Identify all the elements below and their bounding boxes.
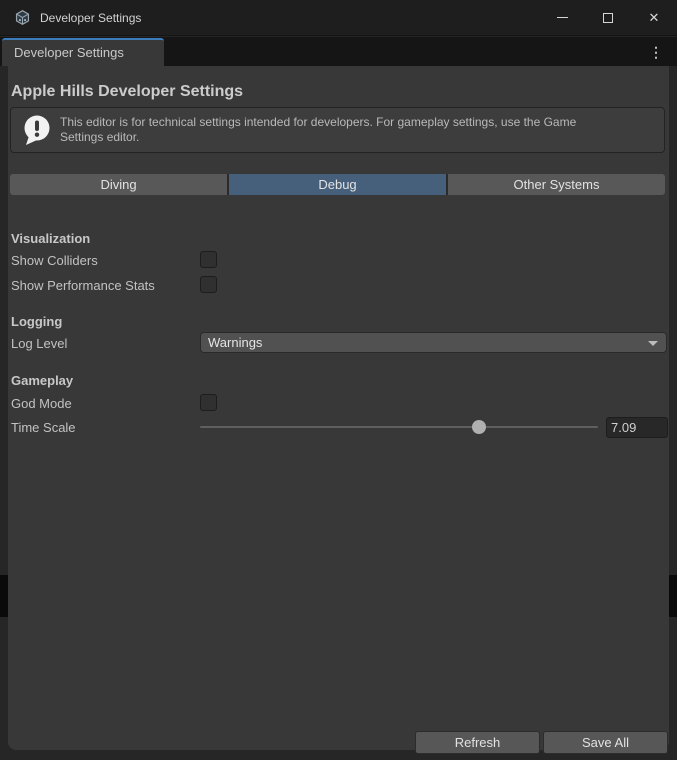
section-visualization: Visualization (11, 231, 90, 246)
show-colliders-checkbox[interactable] (200, 251, 217, 268)
kebab-menu-icon[interactable]: ⋮ (648, 42, 664, 62)
time-scale-slider[interactable] (200, 426, 598, 428)
tab-diving[interactable]: Diving (10, 174, 229, 195)
minimize-button[interactable] (539, 0, 585, 35)
time-scale-slider-handle[interactable] (472, 420, 486, 434)
save-all-button[interactable]: Save All (543, 731, 668, 754)
developer-notice-box: This editor is for technical settings in… (10, 107, 665, 153)
god-mode-checkbox[interactable] (200, 394, 217, 411)
page-title: Apple Hills Developer Settings (11, 83, 243, 101)
log-level-label: Log Level (11, 336, 67, 351)
log-level-dropdown[interactable]: Warnings (200, 332, 667, 353)
close-icon: ✕ (649, 11, 660, 24)
maximize-icon (603, 13, 613, 23)
settings-panel: Apple Hills Developer Settings This edit… (8, 66, 669, 750)
window-title: Developer Settings (40, 11, 141, 25)
editor-tabbar: Developer Settings ⋮ (0, 37, 677, 66)
section-gameplay: Gameplay (11, 373, 73, 388)
category-toolbar: Diving Debug Other Systems (10, 174, 665, 195)
god-mode-label: God Mode (11, 396, 72, 411)
log-level-value: Warnings (208, 335, 262, 350)
window-edge-right (669, 575, 677, 617)
app-cube-icon (14, 9, 31, 26)
maximize-button[interactable] (585, 0, 631, 35)
show-performance-stats-label: Show Performance Stats (11, 278, 155, 293)
chevron-down-icon (648, 341, 658, 346)
time-scale-value-field[interactable] (606, 417, 668, 438)
show-colliders-label: Show Colliders (11, 253, 98, 268)
window-titlebar: Developer Settings ✕ (0, 0, 677, 36)
tab-developer-settings[interactable]: Developer Settings (2, 38, 164, 66)
tab-debug[interactable]: Debug (229, 174, 448, 195)
notice-text: This editor is for technical settings in… (60, 115, 615, 145)
refresh-button[interactable]: Refresh (415, 731, 540, 754)
info-speech-bubble-icon (21, 114, 53, 146)
window-edge-left (0, 575, 8, 617)
minimize-icon (557, 17, 568, 18)
show-performance-stats-checkbox[interactable] (200, 276, 217, 293)
time-scale-label: Time Scale (11, 420, 76, 435)
tab-other-systems[interactable]: Other Systems (448, 174, 665, 195)
close-button[interactable]: ✕ (631, 0, 677, 35)
section-logging: Logging (11, 314, 62, 329)
